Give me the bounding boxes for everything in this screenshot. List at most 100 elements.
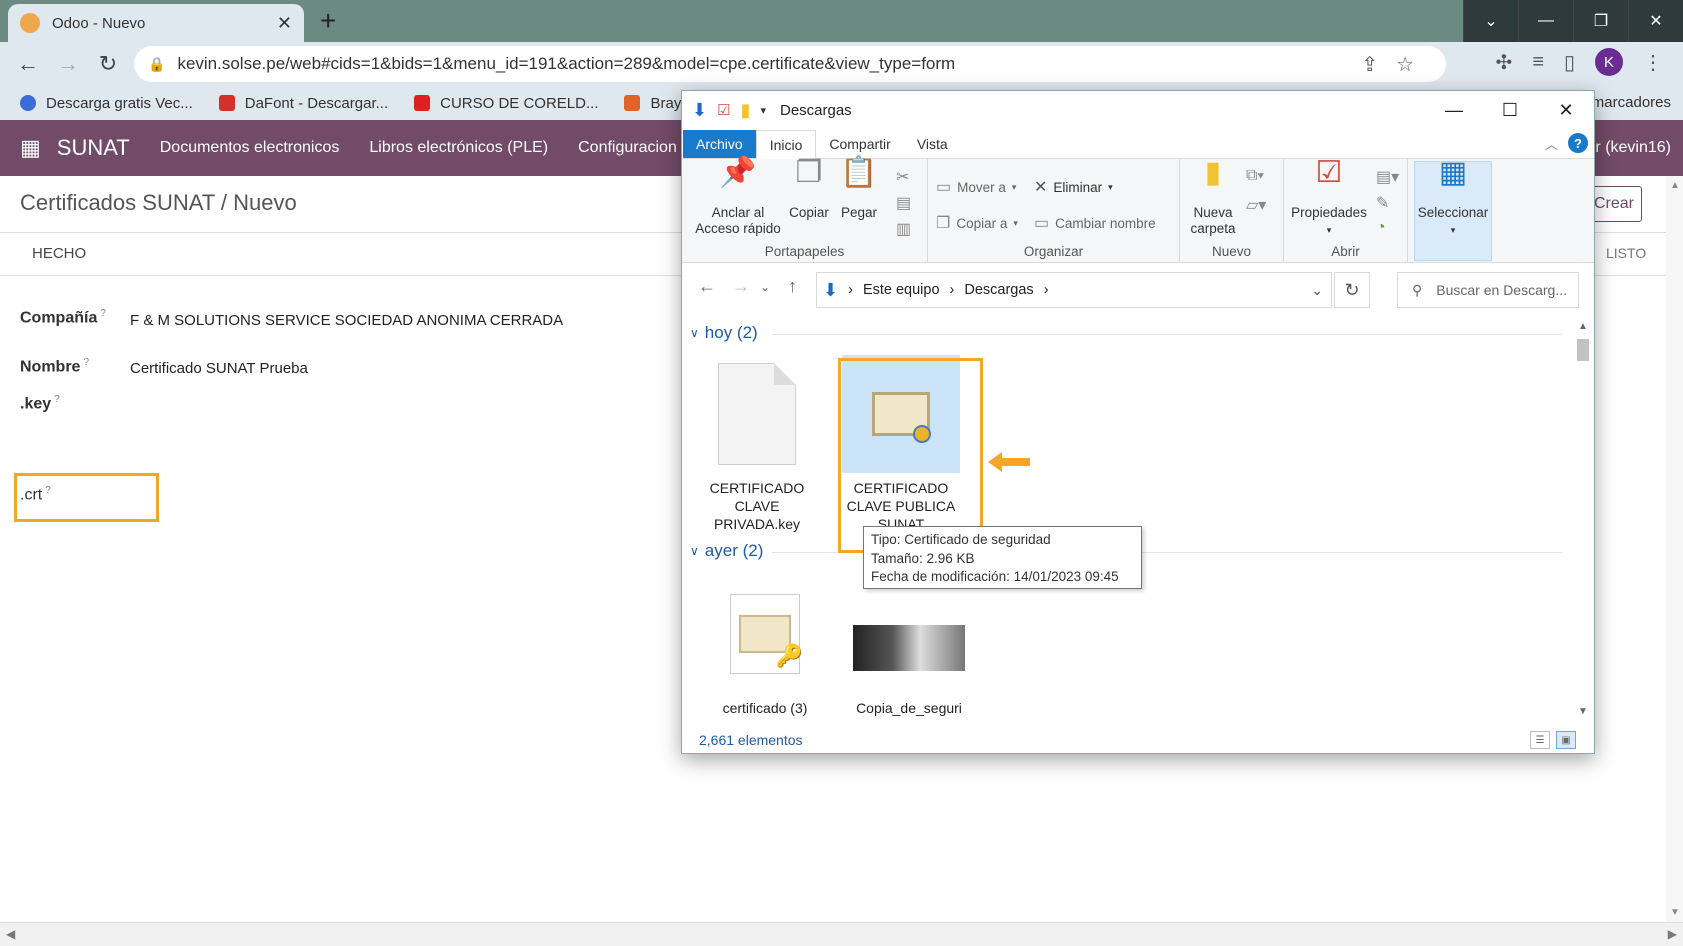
bookmark-item[interactable]: CURSO DE CORELD... xyxy=(414,95,598,112)
address-dropdown-icon[interactable]: ⌄ xyxy=(1311,282,1323,299)
company-field[interactable]: F & M SOLUTIONS SERVICE SOCIEDAD ANONIMA… xyxy=(130,312,563,329)
edit-button[interactable]: ✎ xyxy=(1376,193,1389,213)
close-tab-icon[interactable]: ✕ xyxy=(277,13,292,34)
properties-button[interactable]: ☑ Propiedades ▾ xyxy=(1288,158,1370,238)
copy-button[interactable]: ❐ Copiar xyxy=(786,158,832,221)
dropdown-icon: ▾ xyxy=(1450,225,1456,235)
search-input[interactable]: ⚲ Buscar en Descarg... xyxy=(1397,272,1579,308)
details-view-icon[interactable]: ☰ xyxy=(1530,731,1550,749)
odoo-favicon-icon xyxy=(20,13,40,33)
file-item[interactable]: CERTIFICADO CLAVE PRIVADA.key xyxy=(698,355,816,533)
paste-button[interactable]: 📋 Pegar xyxy=(834,158,884,221)
properties-check-icon[interactable]: ☑ xyxy=(717,101,730,119)
scroll-down-icon: ▼ xyxy=(1578,706,1588,717)
explorer-scrollbar[interactable]: ▲ ▼ xyxy=(1575,321,1592,717)
address-crumb[interactable]: Descargas xyxy=(964,282,1033,298)
large-icons-view-icon[interactable]: ▣ xyxy=(1556,731,1576,749)
address-bar[interactable]: ⬇ › Este equipo › Descargas › ⌄ xyxy=(816,272,1332,308)
other-bookmarks[interactable]: marcadores xyxy=(1592,94,1671,111)
back-icon[interactable]: ← xyxy=(8,51,48,77)
tab-compartir[interactable]: Compartir xyxy=(816,130,903,158)
help-tooltip-icon[interactable]: ? xyxy=(100,308,106,319)
tab-vista[interactable]: Vista xyxy=(904,130,961,158)
copy-to-label: Copiar a xyxy=(956,215,1008,231)
up-icon[interactable]: ↑ xyxy=(788,276,797,297)
bookmark-item[interactable]: Descarga gratis Vec... xyxy=(20,95,193,112)
help-tooltip-icon[interactable]: ? xyxy=(83,357,89,368)
pin-quick-access-button[interactable]: 📌 Anclar al Acceso rápido xyxy=(690,158,786,237)
easy-access-button[interactable]: ▱▾ xyxy=(1246,195,1266,215)
page-horizontal-scrollbar[interactable]: ◀ ▶ xyxy=(0,922,1683,946)
help-icon[interactable]: ? xyxy=(1568,133,1588,153)
download-arrow-icon[interactable]: ⬇ xyxy=(692,100,707,121)
new-tab-button[interactable]: + xyxy=(320,6,336,36)
folder-icon[interactable]: ▮ xyxy=(741,100,751,121)
extensions-icon[interactable]: ✣ xyxy=(1496,50,1513,75)
side-panel-icon[interactable]: ▯ xyxy=(1564,50,1575,75)
restore-icon[interactable]: ❐ xyxy=(1573,0,1628,42)
new-item-button[interactable]: ⧉▾ xyxy=(1246,167,1264,185)
browser-tab[interactable]: Odoo - Nuevo ✕ xyxy=(8,4,304,42)
company-label-text: Compañía xyxy=(20,309,98,327)
app-name[interactable]: SUNAT xyxy=(57,135,130,161)
profile-avatar[interactable]: K xyxy=(1595,48,1623,76)
name-field[interactable]: Certificado SUNAT Prueba xyxy=(130,360,308,377)
tab-inicio[interactable]: Inicio xyxy=(755,130,817,159)
collapse-ribbon-icon[interactable]: ︿ xyxy=(1545,134,1558,153)
done-status-button[interactable]: HECHO xyxy=(32,245,86,262)
easy-access-icon: ▱▾ xyxy=(1246,197,1267,214)
minimize-icon[interactable]: — xyxy=(1518,0,1573,42)
close-icon[interactable]: ✕ xyxy=(1538,91,1594,129)
ready-status[interactable]: LISTO xyxy=(1606,245,1646,261)
copy-path-button[interactable]: ▤ xyxy=(896,193,911,213)
menu-libros[interactable]: Libros electrónicos (PLE) xyxy=(369,139,548,157)
group-header-today[interactable]: ∨ hoy (2) xyxy=(690,323,1562,343)
address-crumb[interactable]: Este equipo xyxy=(863,282,940,298)
tab-archivo[interactable]: Archivo xyxy=(683,130,756,158)
tab-search-icon[interactable]: ⌄ xyxy=(1463,0,1518,42)
back-icon[interactable]: ← xyxy=(698,276,716,297)
close-window-icon[interactable]: ✕ xyxy=(1628,0,1683,42)
recent-locations-icon[interactable]: ⌄ xyxy=(760,280,770,294)
share-star-icons[interactable]: ⇪☆ xyxy=(1361,52,1432,77)
forward-icon[interactable]: → xyxy=(48,51,88,77)
bookmark-favicon-icon xyxy=(20,95,36,111)
group-header-yesterday[interactable]: ∨ ayer (2) xyxy=(690,541,1562,561)
open-button[interactable]: ▤▾ xyxy=(1376,167,1399,187)
scroll-thumb[interactable] xyxy=(1577,339,1589,361)
file-item[interactable]: certificado (3) xyxy=(706,575,824,717)
explorer-titlebar: ⬇ ☑ ▮ ▾ Descargas — ☐ ✕ xyxy=(682,91,1594,129)
select-group: ▦ Seleccionar ▾ xyxy=(1408,158,1504,263)
copy-to-button[interactable]: ❐ Copiar a ▾ xyxy=(936,213,1018,233)
menu-documentos[interactable]: Documentos electronicos xyxy=(160,139,340,157)
reload-icon[interactable]: ↻ xyxy=(88,51,128,77)
paste-shortcut-button[interactable]: ▥ xyxy=(896,219,911,239)
forward-icon[interactable]: → xyxy=(732,276,750,297)
app-grid-icon[interactable]: ▦ xyxy=(20,135,41,161)
photo-thumbnail xyxy=(853,625,965,671)
history-button[interactable]: ◔ xyxy=(1376,219,1386,237)
select-button[interactable]: ▦ Seleccionar ▾ xyxy=(1414,158,1492,238)
maximize-icon[interactable]: ☐ xyxy=(1482,91,1538,129)
cut-button[interactable]: ✂ xyxy=(896,167,909,187)
page-vertical-scrollbar[interactable]: ▲ ▼ xyxy=(1666,176,1683,922)
organize-group: ▭ Mover a ▾ ❐ Copiar a ▾ ✕ Eliminar ▾ ▭ Cambiar… xyxy=(928,159,1180,263)
move-to-button[interactable]: ▭ Mover a ▾ xyxy=(936,177,1016,197)
help-tooltip-icon[interactable]: ? xyxy=(54,394,60,405)
bookmark-item[interactable]: DaFont - Descargar... xyxy=(218,95,388,112)
file-item[interactable]: Copia_de_seguri xyxy=(850,575,968,717)
minimize-icon[interactable]: — xyxy=(1426,91,1482,129)
refresh-button[interactable]: ↻ xyxy=(1334,272,1370,308)
menu-icon[interactable]: ⋮ xyxy=(1643,50,1663,75)
reading-list-icon[interactable]: ≡ xyxy=(1532,51,1544,74)
address-bar[interactable]: 🔒 kevin.solse.pe/web#cids=1&bids=1&menu_… xyxy=(134,46,1446,82)
scroll-down-icon: ▼ xyxy=(1670,907,1680,918)
user-menu[interactable]: r (kevin16) xyxy=(1595,139,1671,157)
bookmark-label: CURSO DE CORELD... xyxy=(440,94,599,112)
menu-configuracion[interactable]: Configuracion xyxy=(578,139,677,157)
new-folder-button[interactable]: ▮ Nueva carpeta xyxy=(1184,158,1242,237)
rename-button[interactable]: ▭ Cambiar nombre xyxy=(1034,213,1156,233)
tooltip-size: Tamaño: 2.96 KB xyxy=(871,550,975,566)
customize-arrow-icon[interactable]: ▾ xyxy=(760,104,766,117)
delete-button[interactable]: ✕ Eliminar ▾ xyxy=(1034,177,1113,197)
